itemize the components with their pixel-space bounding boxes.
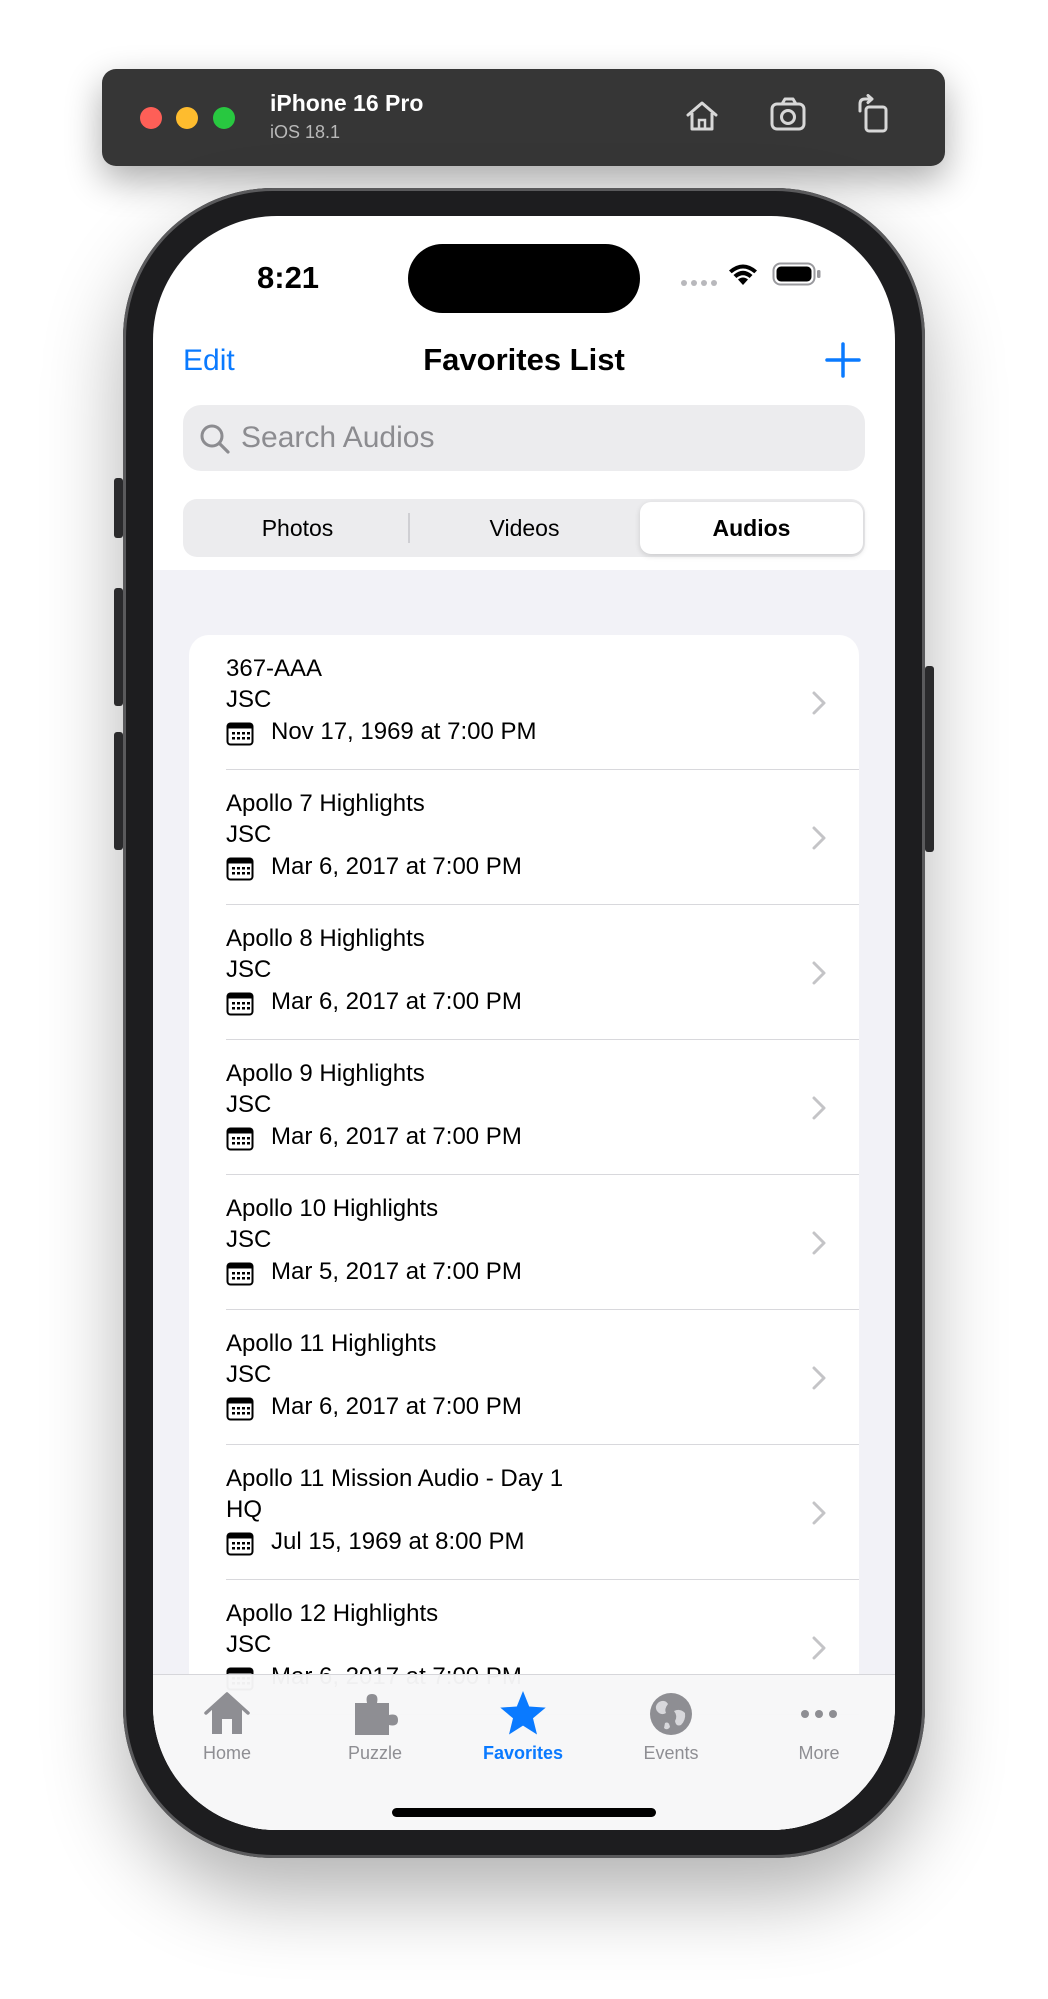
segment-audios[interactable]: Audios (640, 502, 863, 554)
rotate-icon[interactable] (852, 94, 896, 138)
tab-bar: Home Puzzle Favorites Events More (153, 1674, 895, 1830)
list-item-title: Apollo 12 Highlights (226, 1600, 439, 1627)
favorites-list-card: 367-AAA JSC Nov 17, 1969 at 7:00 PM Apollo … (189, 635, 859, 1830)
zoom-window-button[interactable] (213, 107, 235, 129)
list-item-center: JSC (226, 1091, 272, 1118)
tab-more[interactable]: More (745, 1689, 893, 1789)
list-item-date: Mar 6, 2017 at 7:00 PM (271, 1393, 522, 1420)
tab-events-label: Events (643, 1743, 699, 1763)
action-button (114, 478, 123, 538)
plus-icon[interactable] (823, 340, 863, 380)
list-item-center: HQ (226, 1496, 262, 1523)
tab-favorites[interactable]: Favorites (449, 1689, 597, 1789)
battery-icon (772, 262, 821, 286)
list-item-date: Mar 6, 2017 at 7:00 PM (271, 853, 522, 880)
puzzle-piece-icon (355, 1694, 398, 1735)
chevron-right-icon (812, 826, 826, 850)
page-title: Favorites List (423, 342, 625, 377)
list-item-date: Mar 6, 2017 at 7:00 PM (271, 988, 522, 1015)
list-item-title: Apollo 10 Highlights (226, 1195, 439, 1222)
list-item-title: Apollo 11 Mission Audio - Day 1 (226, 1465, 564, 1492)
search-input[interactable] (241, 405, 841, 471)
list-item-date: Nov 17, 1969 at 7:00 PM (271, 718, 537, 745)
list-item-title: Apollo 11 Highlights (226, 1330, 437, 1357)
tab-puzzle[interactable]: Puzzle (301, 1689, 449, 1789)
calendar-icon (226, 992, 254, 1016)
calendar-icon (226, 1532, 254, 1556)
chevron-right-icon (812, 1231, 826, 1255)
chevron-right-icon (812, 961, 826, 985)
tab-favorites-label: Favorites (482, 1743, 564, 1763)
list-item-center: JSC (226, 956, 272, 983)
wifi-icon (729, 264, 757, 285)
calendar-icon (226, 857, 254, 881)
list-item-date: Jul 15, 1969 at 8:00 PM (271, 1528, 525, 1555)
status-time: 8:21 (257, 260, 320, 295)
simulator-os-version: iOS 18.1 (270, 122, 341, 142)
search-bar[interactable] (183, 405, 865, 471)
volume-down-button (114, 732, 123, 850)
list-item[interactable]: 367-AAA JSC Nov 17, 1969 at 7:00 PM (189, 635, 859, 770)
ellipsis-icon (801, 1710, 837, 1718)
calendar-icon (226, 1262, 254, 1286)
dynamic-island (408, 244, 640, 313)
screenshot-icon[interactable] (768, 94, 812, 138)
list-item[interactable]: Apollo 11 Highlights JSC Mar 6, 2017 at 7:… (189, 1310, 859, 1445)
media-type-segmented-control: Photos Videos Audios (183, 499, 865, 557)
house-icon (204, 1692, 250, 1734)
volume-up-button (114, 588, 123, 706)
list-item-center: JSC (226, 1226, 272, 1253)
list-item-date: Mar 5, 2017 at 7:00 PM (271, 1258, 522, 1285)
list-item[interactable]: Apollo 8 Highlights JSC Mar 6, 2017 at 7:0… (189, 905, 859, 1040)
calendar-icon (226, 1127, 254, 1151)
list-item-title: Apollo 9 Highlights (226, 1060, 425, 1087)
list-item-title: 367-AAA (226, 655, 323, 682)
home-indicator (392, 1808, 656, 1817)
star-icon (500, 1691, 546, 1735)
segment-photos[interactable]: Photos (186, 502, 409, 554)
tab-more-label: More (798, 1743, 840, 1763)
chevron-right-icon (812, 691, 826, 715)
side-button (925, 666, 934, 852)
list-item[interactable]: Apollo 9 Highlights JSC Mar 6, 2017 at 7:0… (189, 1040, 859, 1175)
list-item[interactable]: Apollo 11 Mission Audio - Day 1 HQ Jul 15,… (189, 1445, 859, 1580)
list-item-title: Apollo 8 Highlights (226, 925, 425, 952)
list-item-center: JSC (226, 1631, 272, 1658)
chevron-right-icon (812, 1636, 826, 1660)
simulator-device-name: iPhone 16 Pro (270, 90, 424, 116)
list-item-center: JSC (226, 821, 272, 848)
globe-icon (650, 1693, 692, 1735)
list-item[interactable]: Apollo 10 Highlights JSC Mar 5, 2017 at 7:… (189, 1175, 859, 1310)
calendar-icon (226, 1397, 254, 1421)
list-item-center: JSC (226, 686, 272, 713)
favorites-list: 367-AAA JSC Nov 17, 1969 at 7:00 PM Apollo … (153, 570, 895, 1830)
chevron-right-icon (812, 1096, 826, 1120)
chevron-right-icon (812, 1501, 826, 1525)
tab-home[interactable]: Home (153, 1689, 301, 1789)
close-window-button[interactable] (140, 107, 162, 129)
home-icon[interactable] (680, 94, 724, 138)
tab-events[interactable]: Events (597, 1689, 745, 1789)
minimize-window-button[interactable] (176, 107, 198, 129)
segment-videos[interactable]: Videos (413, 502, 636, 554)
search-icon (200, 424, 230, 454)
segment-divider (408, 513, 410, 543)
tab-puzzle-label: Puzzle (347, 1743, 403, 1763)
cellular-signal-icon (681, 280, 717, 286)
calendar-icon (226, 722, 254, 746)
tab-home-label: Home (202, 1743, 251, 1763)
list-item[interactable]: Apollo 7 Highlights JSC Mar 6, 2017 at 7:0… (189, 770, 859, 905)
list-item-date: Mar 6, 2017 at 7:00 PM (271, 1123, 522, 1150)
chevron-right-icon (812, 1366, 826, 1390)
list-item-title: Apollo 7 Highlights (226, 790, 425, 817)
list-item-center: JSC (226, 1361, 272, 1388)
phone-screen: 8:21 Edit Favorites List Photos Videos A… (153, 216, 895, 1830)
